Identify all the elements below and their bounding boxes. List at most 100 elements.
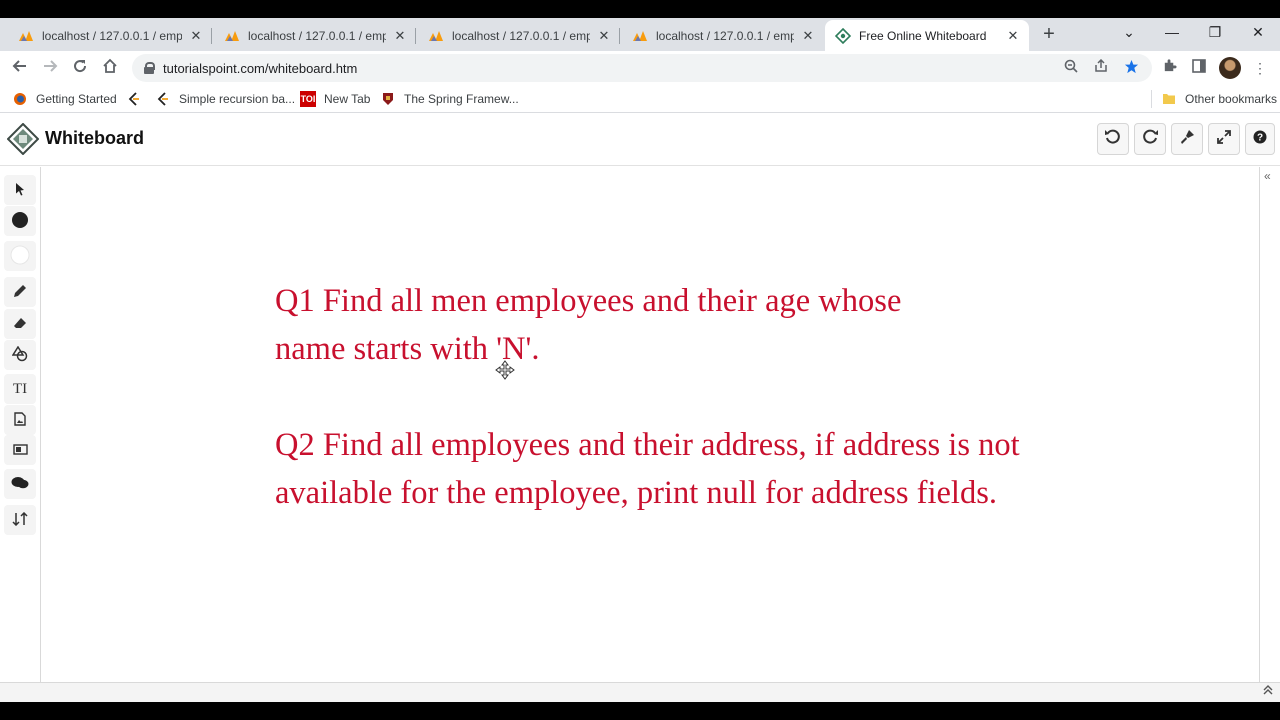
new-tab-button[interactable]: + bbox=[1038, 24, 1060, 46]
eraser-tool[interactable] bbox=[4, 309, 36, 339]
share-icon[interactable] bbox=[1092, 58, 1110, 77]
sort-tool[interactable] bbox=[4, 505, 36, 535]
image-tool[interactable] bbox=[4, 405, 36, 435]
zoom-icon[interactable] bbox=[1062, 59, 1080, 77]
bottom-panel-bar bbox=[0, 682, 1280, 702]
address-bar[interactable]: tutorialspoint.com/whiteboard.htm bbox=[132, 54, 1152, 82]
pointer-icon bbox=[14, 182, 26, 199]
toi-icon: TOI bbox=[300, 91, 316, 107]
redo-button[interactable] bbox=[1134, 123, 1166, 155]
forward-icon[interactable] bbox=[40, 58, 60, 78]
lock-icon[interactable] bbox=[144, 62, 155, 74]
firefox-icon bbox=[12, 91, 28, 107]
back-icon[interactable] bbox=[10, 58, 30, 78]
tab-close-icon[interactable]: ✕ bbox=[1005, 28, 1021, 44]
phpmyadmin-icon bbox=[18, 28, 34, 44]
bookmark-label: Other bookmarks bbox=[1185, 92, 1278, 106]
background-color-icon bbox=[10, 245, 30, 268]
tab-title: localhost / 127.0.0.1 / emplo bbox=[42, 28, 182, 43]
whiteboard-canvas[interactable]: Q1 Find all men employees and their age … bbox=[41, 167, 1259, 682]
expand-up-icon[interactable] bbox=[1263, 685, 1273, 698]
spring-icon bbox=[380, 91, 396, 107]
tab-close-icon[interactable]: ✕ bbox=[392, 28, 408, 44]
tab-whiteboard[interactable]: Free Online Whiteboard ✕ bbox=[825, 20, 1029, 51]
bookmarks-bar: Getting Started Simple recursion ba... T… bbox=[0, 85, 1280, 113]
comment-tool[interactable] bbox=[4, 469, 36, 499]
text-icon: TI bbox=[12, 380, 28, 397]
tab-title: Free Online Whiteboard bbox=[859, 28, 987, 43]
tab-close-icon[interactable]: ✕ bbox=[800, 28, 816, 44]
undo-button[interactable] bbox=[1097, 123, 1129, 155]
shapes-tool[interactable] bbox=[4, 340, 36, 370]
tool-sidebar: TI bbox=[0, 167, 41, 682]
folder-icon bbox=[1161, 91, 1177, 107]
question-2-line-2: available for the employee, print null f… bbox=[275, 475, 997, 511]
tab-title: localhost / 127.0.0.1 / emplo bbox=[656, 28, 794, 43]
leetcode-icon bbox=[155, 91, 171, 107]
bookmark-simple-recursion[interactable]: Simple recursion ba... bbox=[155, 90, 295, 108]
help-button[interactable]: ? bbox=[1245, 123, 1275, 155]
pointer-tool[interactable] bbox=[4, 175, 36, 205]
shapes-icon bbox=[11, 345, 28, 365]
move-cursor-icon bbox=[495, 360, 515, 380]
pencil-tool[interactable] bbox=[4, 277, 36, 307]
whiteboard-header: Whiteboard ? bbox=[0, 114, 1280, 166]
bookmark-label: The Spring Framew... bbox=[404, 92, 519, 106]
profile-avatar[interactable] bbox=[1219, 57, 1241, 79]
eraser-icon bbox=[13, 316, 27, 332]
fullscreen-button[interactable] bbox=[1208, 123, 1240, 155]
browser-toolbar: tutorialspoint.com/whiteboard.htm ⋮ bbox=[0, 51, 1280, 85]
tab-phpmyadmin-3[interactable]: localhost / 127.0.0.1 / emplo ✕ bbox=[416, 20, 620, 51]
app-title: Whiteboard bbox=[45, 128, 144, 148]
redo-icon bbox=[1141, 128, 1159, 151]
url-text[interactable]: tutorialspoint.com/whiteboard.htm bbox=[163, 61, 357, 76]
collapse-left-icon[interactable]: « bbox=[1264, 169, 1271, 183]
bookmark-star-icon[interactable] bbox=[1122, 59, 1140, 77]
tab-search-icon[interactable]: ⌄ bbox=[1119, 24, 1139, 41]
close-window-icon[interactable]: ✕ bbox=[1248, 24, 1268, 41]
fullscreen-icon bbox=[1216, 129, 1232, 150]
side-panel-icon[interactable] bbox=[1189, 58, 1209, 78]
other-bookmarks[interactable]: Other bookmarks bbox=[1161, 90, 1277, 108]
right-panel-toggle[interactable]: « bbox=[1259, 167, 1280, 682]
comment-icon bbox=[11, 476, 29, 493]
clear-board-button[interactable] bbox=[1171, 123, 1203, 155]
text-tool[interactable]: TI bbox=[4, 374, 36, 404]
bookmark-label: New Tab bbox=[324, 92, 371, 106]
extensions-icon[interactable] bbox=[1159, 58, 1179, 78]
media-tool[interactable] bbox=[4, 435, 36, 465]
reload-icon[interactable] bbox=[70, 58, 90, 78]
phpmyadmin-icon bbox=[224, 28, 240, 44]
bookmark-new-tab[interactable]: TOI New Tab bbox=[300, 90, 370, 108]
fill-color-tool[interactable] bbox=[4, 206, 36, 236]
tab-strip: localhost / 127.0.0.1 / emplo ✕ localhos… bbox=[0, 18, 1280, 51]
bookmark-separator bbox=[1151, 90, 1152, 108]
bookmark-getting-started[interactable]: Getting Started bbox=[12, 90, 117, 108]
minimize-icon[interactable]: — bbox=[1162, 24, 1182, 40]
bookmark-spring-framework[interactable]: The Spring Framew... bbox=[380, 90, 519, 108]
help-icon: ? bbox=[1253, 130, 1267, 149]
clear-brush-icon bbox=[1179, 129, 1195, 150]
bookmark-label: Simple recursion ba... bbox=[179, 92, 296, 106]
tab-close-icon[interactable]: ✕ bbox=[596, 28, 612, 44]
tab-close-icon[interactable]: ✕ bbox=[188, 28, 204, 44]
background-color-tool[interactable] bbox=[4, 241, 36, 271]
restore-icon[interactable]: ❐ bbox=[1205, 24, 1225, 41]
image-icon bbox=[14, 411, 26, 429]
tab-phpmyadmin-1[interactable]: localhost / 127.0.0.1 / emplo ✕ bbox=[0, 20, 212, 51]
question-1-line-1: Q1 Find all men employees and their age … bbox=[275, 283, 902, 319]
bookmark-leetcode[interactable] bbox=[126, 90, 150, 108]
phpmyadmin-icon bbox=[632, 28, 648, 44]
tab-phpmyadmin-4[interactable]: localhost / 127.0.0.1 / emplo ✕ bbox=[620, 20, 824, 51]
home-icon[interactable] bbox=[100, 58, 120, 78]
menu-kebab-icon[interactable]: ⋮ bbox=[1250, 58, 1270, 78]
leetcode-icon bbox=[126, 91, 142, 107]
tab-phpmyadmin-2[interactable]: localhost / 127.0.0.1 / emplo ✕ bbox=[212, 20, 416, 51]
media-icon bbox=[12, 442, 28, 458]
tutorialspoint-logo-icon bbox=[6, 122, 40, 156]
question-2-line-1: Q2 Find all employees and their address,… bbox=[275, 427, 1020, 463]
bookmark-label: Getting Started bbox=[36, 92, 117, 106]
phpmyadmin-icon bbox=[428, 28, 444, 44]
tab-title: localhost / 127.0.0.1 / emplo bbox=[452, 28, 590, 43]
fill-color-icon bbox=[11, 211, 29, 232]
